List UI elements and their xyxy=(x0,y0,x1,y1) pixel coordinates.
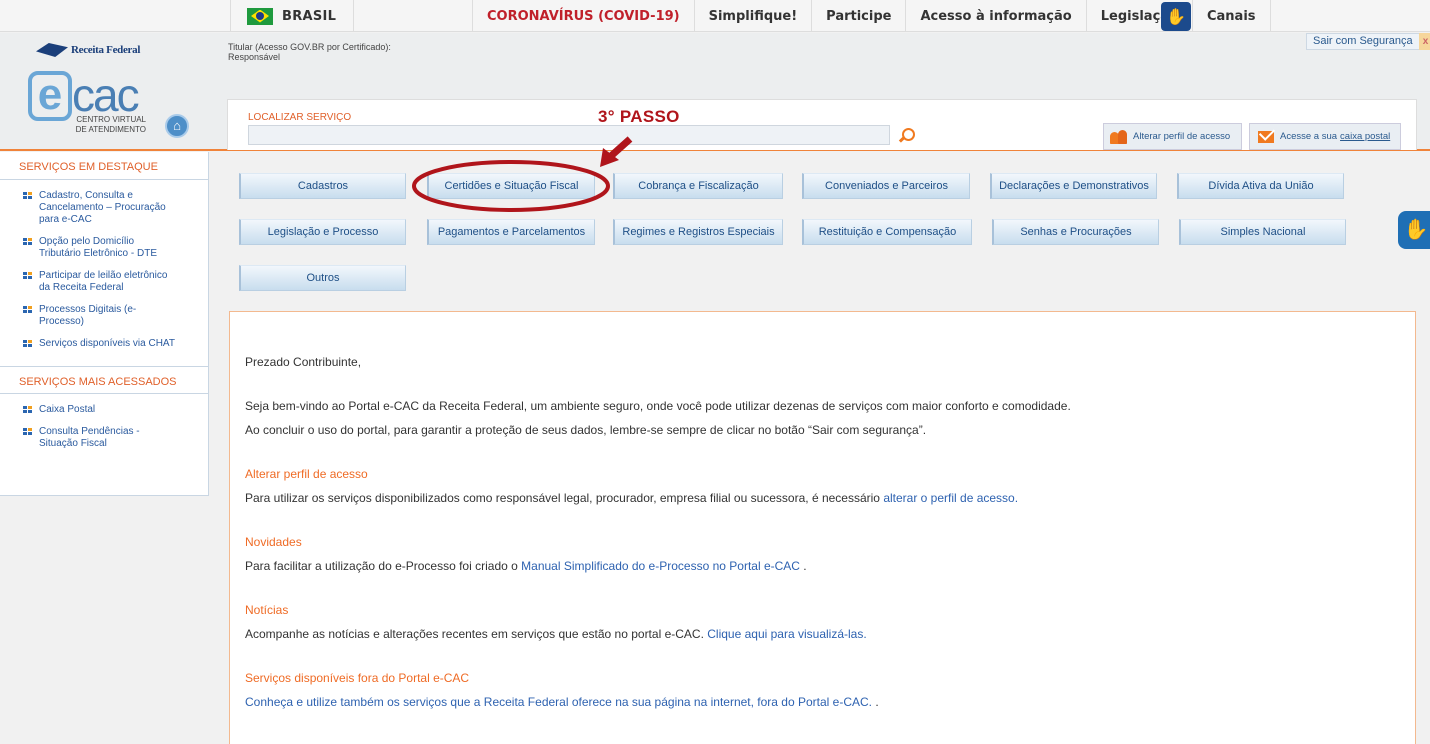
category-certidoes[interactable]: Certidões e Situação Fiscal xyxy=(427,173,595,199)
bullet-icon xyxy=(23,340,32,348)
ecac-logo-cac: cac xyxy=(72,69,140,121)
sidebar-item-label: Processos Digitais (e-Processo) xyxy=(39,304,137,327)
novidades-end: . xyxy=(803,559,807,573)
welcome-panel: Prezado Contribuinte, Seja bem-vindo ao … xyxy=(229,311,1416,744)
gov-brasil-label: BRASIL xyxy=(282,8,337,24)
titular-info: Titular (Acesso GOV.BR por Certificado):… xyxy=(228,42,391,62)
perfil-paragraph: Para utilizar os serviços disponibilizad… xyxy=(245,491,1018,505)
sidebar-item-chat[interactable]: Serviços disponíveis via CHAT xyxy=(0,338,208,350)
fora-paragraph: Conheça e utilize também os serviços que… xyxy=(245,695,879,709)
step-annotation-label: 3° PASSO xyxy=(598,107,680,126)
vlibras-sign-language-icon[interactable]: ✋ xyxy=(1398,211,1430,249)
sair-com-seguranca-button[interactable]: Sair com Segurança xyxy=(1306,33,1420,50)
category-legislacao[interactable]: Legislação e Processo xyxy=(239,219,406,245)
gov-nav-acesso-informacao[interactable]: Acesso à informação xyxy=(905,0,1085,32)
bullet-icon xyxy=(23,428,32,436)
fora-end: . xyxy=(872,695,879,709)
sidebar-item-label: Cadastro, Consulta e Cancelamento – Proc… xyxy=(39,190,166,225)
greeting: Prezado Contribuinte, xyxy=(245,355,362,369)
novidades-heading: Novidades xyxy=(245,535,302,549)
sidebar-item-label: Caixa Postal xyxy=(39,404,96,415)
noticias-text: Acompanhe as notícias e alterações recen… xyxy=(245,627,704,641)
perfil-text: Para utilizar os serviços disponibilizad… xyxy=(245,491,880,505)
welcome-text: Seja bem-vindo ao Portal e-CAC da Receit… xyxy=(245,399,1071,413)
gov-nav-participe[interactable]: Participe xyxy=(811,0,905,32)
category-regimes[interactable]: Regimes e Registros Especiais xyxy=(613,219,783,245)
close-icon[interactable]: x xyxy=(1419,33,1430,50)
people-icon xyxy=(1110,129,1128,144)
reminder-text: Ao concluir o uso do portal, para garant… xyxy=(245,423,927,437)
sidebar-item-label: Consulta Pendências - Situação Fiscal xyxy=(39,426,140,449)
category-cadastros[interactable]: Cadastros xyxy=(239,173,406,199)
receita-federal-name: Receita Federal xyxy=(71,44,141,56)
sidebar-item-e-processo[interactable]: Processos Digitais (e-Processo) xyxy=(0,304,208,328)
gov-brasil-link[interactable]: BRASIL xyxy=(230,0,354,32)
bullet-icon xyxy=(23,272,32,280)
category-conveniados[interactable]: Conveniados e Parceiros xyxy=(802,173,970,199)
ecac-subtitle: CENTRO VIRTUAL DE ATENDIMENTO xyxy=(75,115,146,134)
sidebar-item-leilao[interactable]: Participar de leilão eletrônico da Recei… xyxy=(0,270,208,294)
titular-role: Responsável xyxy=(228,52,281,62)
gov-nav: CORONAVÍRUS (COVID-19) Simplifique! Part… xyxy=(472,0,1271,32)
sidebar-item-pendencias[interactable]: Consulta Pendências - Situação Fiscal xyxy=(0,426,208,450)
novidades-paragraph: Para facilitar a utilização do e-Process… xyxy=(245,559,807,573)
servicos-fora-link[interactable]: Conheça e utilize também os serviços que… xyxy=(245,695,872,709)
alterar-perfil-label: Alterar perfil de acesso xyxy=(1133,131,1231,142)
search-label: LOCALIZAR SERVIÇO xyxy=(248,112,352,123)
gov-nav-simplifique[interactable]: Simplifique! xyxy=(693,0,812,32)
sidebar: SERVIÇOS EM DESTAQUE Cadastro, Consulta … xyxy=(0,152,209,496)
mail-icon xyxy=(1258,130,1274,143)
sidebar-item-label: Participar de leilão eletrônico da Recei… xyxy=(39,270,168,293)
search-input[interactable] xyxy=(248,125,890,145)
perfil-heading: Alterar perfil de acesso xyxy=(245,467,368,481)
category-simples[interactable]: Simples Nacional xyxy=(1179,219,1346,245)
category-pagamentos[interactable]: Pagamentos e Parcelamentos xyxy=(427,219,595,245)
sidebar-item-label: Opção pelo Domicílio Tributário Eletrôni… xyxy=(39,236,157,259)
bullet-icon xyxy=(23,406,32,414)
sign-language-icon[interactable]: ✋ xyxy=(1161,2,1191,31)
manual-e-processo-link[interactable]: Manual Simplificado do e-Processo no Por… xyxy=(521,559,800,573)
titular-line: Titular (Acesso GOV.BR por Certificado): xyxy=(228,42,391,52)
alterar-perfil-button[interactable]: Alterar perfil de acesso xyxy=(1103,123,1242,150)
search-icon[interactable] xyxy=(898,128,915,144)
alterar-perfil-link[interactable]: alterar o perfil de acesso. xyxy=(883,491,1018,505)
caixa-postal-prefix: Acesse a sua xyxy=(1280,131,1338,142)
category-outros[interactable]: Outros xyxy=(239,265,406,291)
bullet-icon xyxy=(23,306,32,314)
fora-heading: Serviços disponíveis fora do Portal e-CA… xyxy=(245,671,470,685)
category-restituicao[interactable]: Restituição e Compensação xyxy=(802,219,972,245)
ecac-logo[interactable]: e cac CENTRO VIRTUAL DE ATENDIMENTO xyxy=(28,71,148,137)
gov-nav-covid[interactable]: CORONAVÍRUS (COVID-19) xyxy=(472,0,694,32)
category-divida-ativa[interactable]: Dívida Ativa da União xyxy=(1177,173,1344,199)
brazil-flag-icon xyxy=(247,7,273,25)
destaque-list: Cadastro, Consulta e Cancelamento – Proc… xyxy=(0,180,208,350)
category-senhas[interactable]: Senhas e Procurações xyxy=(992,219,1159,245)
caixa-postal-link[interactable]: caixa postal xyxy=(1340,131,1390,142)
novidades-text: Para facilitar a utilização do e-Process… xyxy=(245,559,518,573)
bullet-icon xyxy=(23,192,32,200)
header: Receita Federal e cac CENTRO VIRTUAL DE … xyxy=(0,33,1430,151)
category-cobranca[interactable]: Cobrança e Fiscalização xyxy=(613,173,783,199)
gov-top-bar: BRASIL CORONAVÍRUS (COVID-19) Simplifiqu… xyxy=(0,0,1430,32)
sidebar-item-caixa-postal[interactable]: Caixa Postal xyxy=(0,404,208,416)
search-panel: LOCALIZAR SERVIÇO Alterar perfil de aces… xyxy=(227,99,1417,150)
ecac-e-icon: e xyxy=(28,71,72,121)
noticias-heading: Notícias xyxy=(245,603,289,617)
bullet-icon xyxy=(23,238,32,246)
gov-nav-canais[interactable]: Canais xyxy=(1191,0,1271,32)
home-icon[interactable]: ⌂ xyxy=(165,114,189,138)
caixa-postal-button[interactable]: Acesse a sua caixa postal xyxy=(1249,123,1401,150)
receita-federal-logo[interactable]: Receita Federal xyxy=(36,41,140,59)
noticias-link[interactable]: Clique aqui para visualizá-las. xyxy=(707,627,866,641)
sidebar-item-label: Serviços disponíveis via CHAT xyxy=(39,338,175,349)
category-declaracoes[interactable]: Declarações e Demonstrativos xyxy=(990,173,1157,199)
sidebar-heading-acessados: SERVIÇOS MAIS ACESSADOS xyxy=(0,366,208,394)
acessados-list: Caixa Postal Consulta Pendências - Situa… xyxy=(0,394,208,450)
sidebar-heading-destaque: SERVIÇOS EM DESTAQUE xyxy=(0,152,208,180)
noticias-paragraph: Acompanhe as notícias e alterações recen… xyxy=(245,627,867,641)
sidebar-item-dte[interactable]: Opção pelo Domicílio Tributário Eletrôni… xyxy=(0,236,208,260)
receita-federal-mark-icon xyxy=(36,41,68,59)
sidebar-item-procuracao[interactable]: Cadastro, Consulta e Cancelamento – Proc… xyxy=(0,190,208,226)
